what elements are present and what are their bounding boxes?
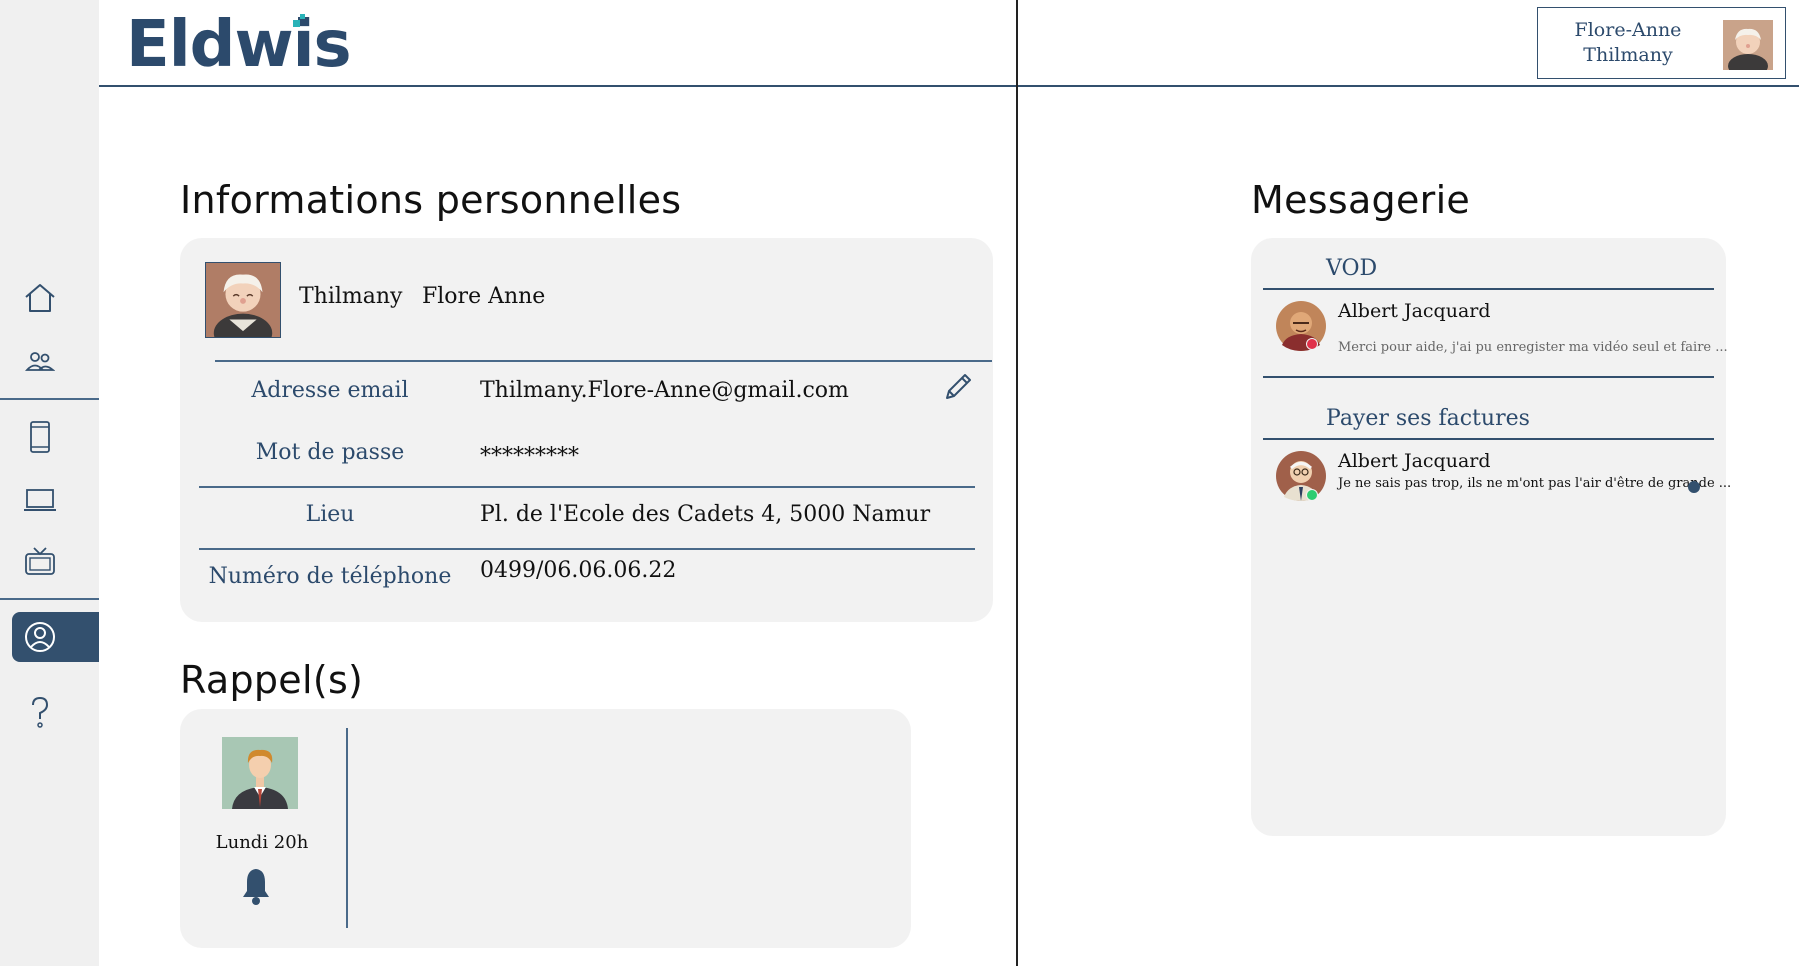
question-icon[interactable] [20, 692, 60, 732]
reminders-divider [346, 728, 348, 928]
message-sender: Albert Jacquard [1338, 450, 1491, 472]
avatar [1723, 20, 1773, 70]
tv-icon[interactable] [20, 542, 60, 582]
category-divider [1263, 288, 1714, 290]
message-category-vod[interactable]: VOD [1326, 256, 1377, 281]
users-icon[interactable] [20, 342, 60, 382]
email-label: Adresse email [251, 378, 409, 403]
message-category-factures[interactable]: Payer ses factures [1326, 406, 1530, 431]
messaging-title: Messagerie [1251, 178, 1471, 222]
personal-info-title: Informations personnelles [180, 178, 682, 222]
message-divider [1263, 376, 1714, 378]
pencil-icon[interactable] [941, 370, 975, 404]
app-logo[interactable]: Eldwis [126, 8, 352, 82]
password-label: Mot de passe [255, 440, 405, 465]
avatar [1276, 451, 1326, 501]
reminder-contact-avatar [222, 737, 298, 809]
avatar [205, 262, 281, 338]
reminders-title: Rappel(s) [180, 658, 364, 702]
avatar [1276, 301, 1326, 351]
sidebar-divider [0, 598, 99, 600]
user-first-name: Flore-Anne [1574, 19, 1682, 41]
laptop-icon[interactable] [20, 480, 60, 520]
message-preview: Je ne sais pas trop, ils ne m'ont pas l'… [1338, 476, 1732, 491]
phone-icon[interactable] [20, 417, 60, 457]
phone-value: 0499/06.06.06.22 [480, 558, 677, 583]
sidebar-divider [0, 398, 99, 400]
phone-label: Numéro de téléphone [208, 564, 452, 589]
user-circle-icon[interactable] [20, 617, 60, 657]
password-value: ********* [480, 444, 579, 469]
user-last-name: Thilmany [1583, 44, 1673, 66]
user-name: Flore-Anne Thilmany [1558, 18, 1698, 68]
column-divider [1016, 0, 1018, 966]
status-busy-indicator [1306, 338, 1318, 350]
category-divider [1263, 438, 1714, 440]
user-profile-button[interactable]: Flore-Anne Thilmany [1537, 7, 1786, 79]
header-divider [99, 85, 1799, 87]
first-name: Flore Anne [422, 284, 546, 309]
row-divider [199, 486, 975, 488]
message-preview: Merci pour aide, j'ai pu enregister ma v… [1338, 340, 1728, 355]
last-name: Thilmany [299, 284, 403, 309]
bell-icon[interactable] [239, 866, 273, 906]
location-label: Lieu [305, 502, 355, 527]
logo-accent-icon [293, 14, 305, 27]
email-value: Thilmany.Flore-Anne@gmail.com [480, 378, 849, 403]
home-icon[interactable] [20, 278, 60, 318]
reminder-time: Lundi 20h [215, 832, 309, 853]
message-sender: Albert Jacquard [1338, 300, 1491, 322]
row-divider [199, 548, 975, 550]
location-value: Pl. de l'Ecole des Cadets 4, 5000 Namur [480, 502, 931, 527]
sidebar [0, 0, 99, 966]
status-online-indicator [1306, 489, 1318, 501]
row-divider [215, 360, 992, 362]
unread-indicator [1688, 481, 1700, 493]
